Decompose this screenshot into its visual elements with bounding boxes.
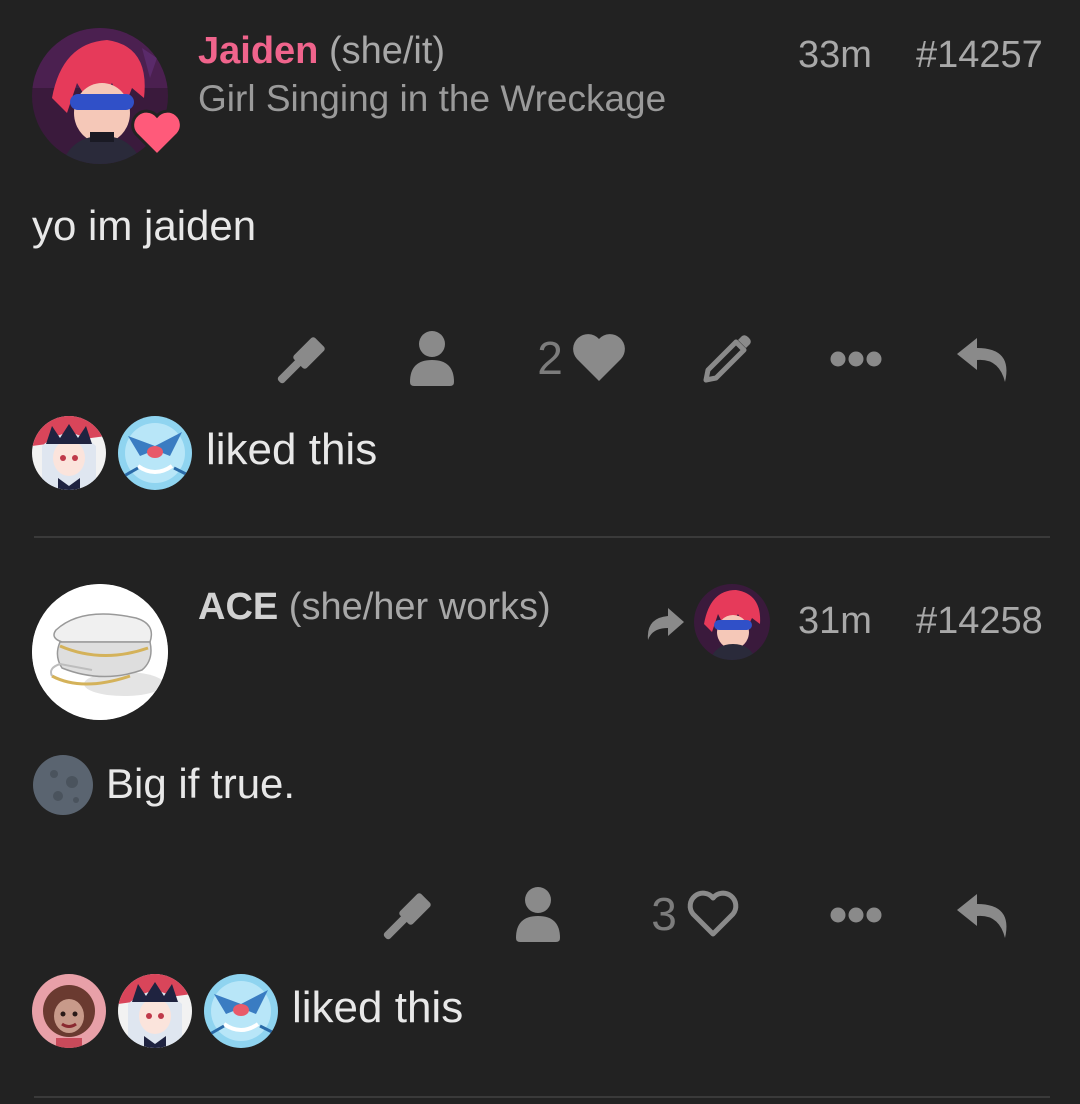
heart-badge-icon [131,109,183,158]
user-button[interactable] [402,328,462,388]
heart-icon [572,334,625,381]
divider [34,1096,1050,1098]
hammer-button[interactable] [272,330,332,390]
timestamp[interactable]: 31m [798,600,872,643]
like-count: 3 [651,888,677,940]
hammer-icon [277,337,325,384]
post-body: yo im jaiden [32,202,257,249]
user-icon [516,887,560,942]
user-line: Jaiden (she/it) [198,30,445,73]
user-button[interactable] [508,884,568,944]
post: Jaiden (she/it) Girl Singing in the Wrec… [0,0,1080,540]
avatar[interactable] [32,584,168,720]
reposted-from-avatar[interactable] [694,584,770,660]
divider [34,536,1050,538]
more-icon [830,351,882,367]
username[interactable]: Jaiden [198,30,318,72]
post-body: Big if true. [106,760,296,807]
liker-avatar[interactable] [118,974,192,1048]
like-button[interactable]: 2 [522,328,642,388]
more-button[interactable] [826,334,886,384]
liker-avatar[interactable] [118,416,192,490]
like-count: 2 [537,332,563,384]
more-icon [830,907,882,923]
liker-avatar[interactable] [32,974,106,1048]
reply-icon [957,338,1007,382]
timestamp[interactable]: 33m [798,34,872,77]
post-id[interactable]: #14258 [916,600,1043,643]
heart-outline-icon [687,890,739,937]
hammer-button[interactable] [378,886,438,946]
reply-button[interactable] [954,330,1014,390]
post: ACE (she/her works) 31m #14258 Big if tr… [0,540,1080,1100]
more-button[interactable] [826,890,886,940]
pencil-icon [703,335,751,383]
user-icon [410,331,454,386]
pronouns: (she/it) [328,30,446,72]
like-button[interactable]: 3 [636,884,756,944]
liked-this-label: liked this [292,983,464,1032]
edit-button[interactable] [694,328,758,392]
user-line: ACE (she/her works) [198,586,551,629]
liker-avatar[interactable] [32,416,106,490]
reply-button[interactable] [954,886,1014,946]
username[interactable]: ACE [198,586,278,628]
liker-avatar[interactable] [204,974,278,1048]
moon-icon [33,755,93,815]
user-subtitle: Girl Singing in the Wreckage [198,78,667,119]
reply-icon [957,894,1007,938]
repost-icon [647,608,684,640]
pronouns: (she/her works) [288,586,551,628]
liked-this-label: liked this [206,425,378,474]
hammer-icon [383,893,431,940]
post-id[interactable]: #14257 [916,34,1043,77]
